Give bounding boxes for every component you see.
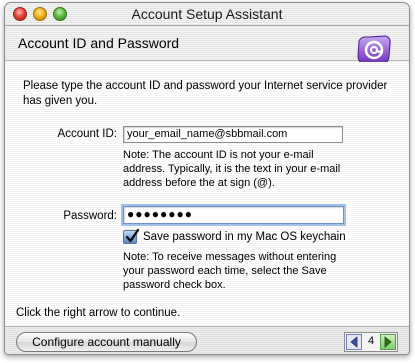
password-label: Password:	[63, 210, 117, 222]
section-title: Account ID and Password	[18, 35, 180, 51]
save-password-label[interactable]: Save password in my Mac OS keychain	[143, 230, 346, 245]
configure-manually-button[interactable]: Configure account manually	[16, 332, 197, 352]
password-field[interactable]: ●●●●●●●●	[123, 206, 344, 224]
account-id-note: Note: The account ID is not your e-mail …	[123, 149, 341, 189]
page-navigator: 4	[344, 332, 398, 352]
intro-text: Please type the account ID and password …	[23, 80, 388, 107]
account-id-field[interactable]: your_email_name@sbbmail.com	[123, 126, 343, 143]
save-password-checkbox[interactable]	[123, 229, 139, 244]
window-title: Account Setup Assistant	[131, 6, 283, 22]
save-password-note: Note: To receive messages without enteri…	[123, 251, 337, 291]
continue-hint: Click the right arrow to continue.	[16, 307, 181, 319]
title-bar[interactable]: Account Setup Assistant	[5, 3, 409, 26]
navigation-bar: Configure account manually 4	[5, 326, 409, 354]
section-header: Account ID and Password	[5, 27, 409, 65]
checkmark-icon	[125, 229, 139, 243]
assistant-window: Account Setup Assistant Account ID and P…	[4, 2, 410, 355]
previous-arrow-icon[interactable]	[346, 334, 362, 350]
content-pane: Please type the account ID and password …	[5, 62, 409, 326]
page-number: 4	[367, 335, 375, 347]
account-id-label: Account ID:	[57, 128, 117, 140]
next-arrow-icon[interactable]	[380, 334, 396, 350]
